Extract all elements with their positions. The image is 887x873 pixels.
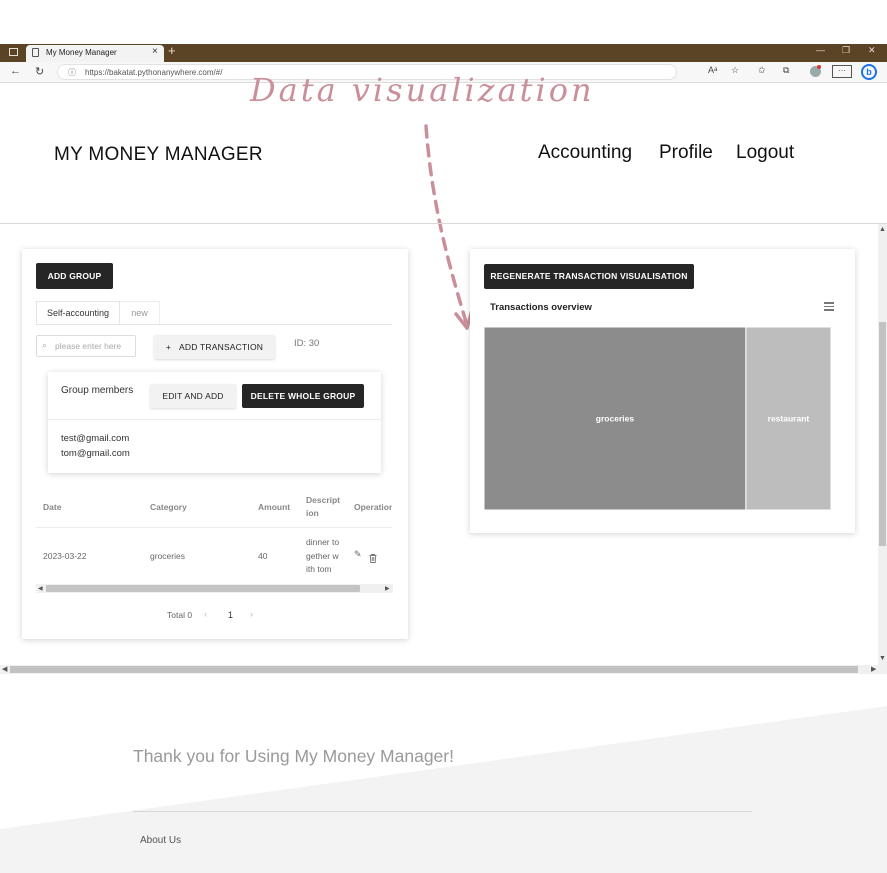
pagination-page[interactable]: 1 [228,610,233,620]
column-header-operation: Operation [354,502,392,512]
treemap-label-groceries: groceries [596,414,635,424]
scroll-down-icon[interactable]: ▼ [879,655,886,662]
member-email: test@gmail.com [61,433,130,444]
edit-and-add-button[interactable]: EDIT AND ADD [150,384,236,408]
window-menu-icon[interactable] [9,48,18,56]
table-scroll-left-icon[interactable]: ◀ [38,585,43,592]
cell-description: dinner to gether w ith tom [306,537,340,574]
more-menu-button[interactable]: ··· [832,65,852,78]
back-icon[interactable]: ← [10,65,21,77]
maximize-icon[interactable]: ❐ [842,45,850,56]
nav-accounting[interactable]: Accounting [538,142,632,164]
search-icon: ⌕ [42,340,48,350]
tab-close-icon[interactable]: × [152,46,158,57]
favorites-icon[interactable]: ✩ [758,65,766,76]
annotation-text: Data visualization [250,71,595,109]
footer-divider [133,811,752,812]
delete-group-button[interactable]: DELETE WHOLE GROUP [242,384,364,408]
regenerate-visualisation-button[interactable]: REGENERATE TRANSACTION VISUALISATION [484,264,694,289]
site-info-icon[interactable]: ⓘ [68,67,76,78]
search-placeholder: please enter here [55,341,122,351]
page-icon [32,48,39,57]
search-input[interactable]: ⌕ please enter here [36,335,136,357]
add-group-button[interactable]: ADD GROUP [36,263,113,289]
scroll-up-icon[interactable]: ▲ [879,226,886,233]
cell-date: 2023-03-22 [43,551,87,561]
tab-new[interactable]: new [120,301,160,324]
profile-alert-dot [817,65,821,69]
pagination-prev-icon[interactable]: ‹ [204,609,207,619]
scroll-right-icon[interactable]: ▶ [871,665,876,673]
read-aloud-icon[interactable]: Aᵃ [708,65,717,75]
members-title: Group members [61,385,134,396]
tab-self-accounting[interactable]: Self-accounting [36,301,120,324]
column-header-amount: Amount [258,502,291,512]
brand-title: MY MONEY MANAGER [54,144,263,165]
nav-profile[interactable]: Profile [659,142,713,164]
table-scroll-thumb[interactable] [46,585,360,592]
treemap-label-restaurant: restaurant [768,414,810,424]
tab-title: My Money Manager [46,48,117,57]
column-header-category: Category [150,502,187,512]
pagination-total: Total 0 [167,610,193,620]
add-transaction-button[interactable]: + ADD TRANSACTION [154,335,275,359]
new-tab-icon[interactable]: + [168,43,176,58]
bing-icon[interactable]: b [861,64,877,80]
table-scroll-right-icon[interactable]: ▶ [385,585,390,592]
cell-category: groceries [150,551,185,561]
minimize-icon[interactable]: — [816,45,825,55]
footer-background [0,706,887,873]
chart-title: Transactions overview [490,302,592,313]
chart-menu-icon[interactable] [824,302,834,311]
cell-amount: 40 [258,551,268,561]
scroll-left-icon[interactable]: ◀ [2,665,7,673]
pagination-next-icon[interactable]: › [250,609,253,619]
nav-logout[interactable]: Logout [736,142,794,164]
page-vertical-scroll-thumb[interactable] [879,322,886,546]
browser-tab[interactable]: My Money Manager × [26,45,164,62]
column-header-date: Date [43,502,62,512]
members-divider [48,419,381,420]
add-icon: + [165,342,172,352]
member-email: tom@gmail.com [61,448,130,459]
footer-thanks: Thank you for Using My Money Manager! [133,746,454,766]
url-text: https://bakatat.pythonanywhere.com/#/ [85,68,223,77]
collections-icon[interactable]: ⧉ [783,65,789,76]
edit-icon[interactable]: ✎ [354,549,362,560]
group-id-label: ID: 30 [294,338,320,349]
window-close-icon[interactable]: ✕ [868,45,876,56]
column-header-description: Descript ion [306,495,341,518]
refresh-icon[interactable]: ↻ [35,65,44,78]
header-divider [0,223,887,224]
add-transaction-label: ADD TRANSACTION [179,342,264,352]
about-us-link[interactable]: About Us [140,835,181,846]
page-horizontal-scroll-thumb[interactable] [10,666,858,673]
treemap-chart: groceries restaurant [484,327,831,510]
favorite-add-icon[interactable]: ☆ [731,65,739,76]
delete-icon[interactable] [369,550,377,568]
